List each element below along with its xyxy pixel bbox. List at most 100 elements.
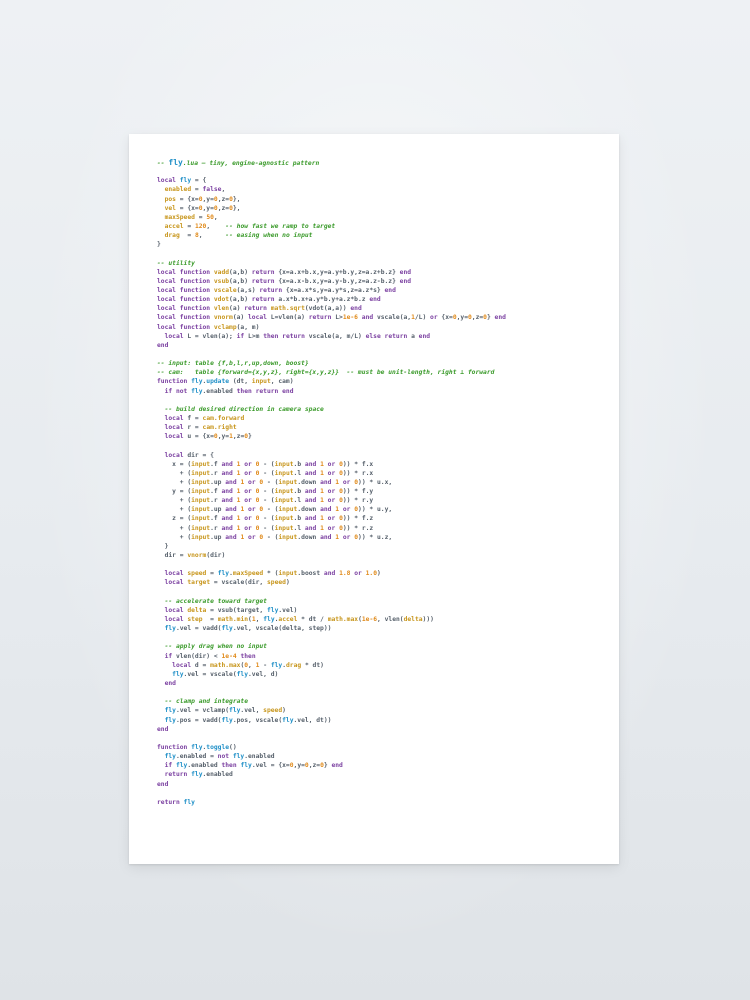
code-line: -- cam: table {forward={x,y,z}, right={x… [157, 368, 609, 377]
code-line: local L = vlen(a); if L>m then return vs… [157, 332, 609, 341]
code-line: local speed = fly.maxSpeed * (input.boos… [157, 569, 609, 578]
code-token: fly [217, 570, 230, 578]
code-token: .enabled = [175, 753, 218, 761]
code-token: .enabled [187, 762, 222, 770]
code-token: (dt, [229, 378, 252, 386]
code-token: (a, m) [236, 323, 260, 331]
code-token: input [191, 524, 211, 532]
code-token: fly [164, 707, 176, 715]
code-line: end [157, 341, 609, 350]
code-token: .up [210, 478, 226, 486]
code-token: /L) [414, 314, 431, 322]
code-token: (vdot(a,a)) [304, 305, 351, 313]
code-token: and [357, 314, 377, 322]
code-line: local f = cam.forward [157, 414, 609, 423]
code-token: or [240, 515, 256, 523]
code-line: local fly = { [157, 176, 609, 185]
code-token: -- accelerate toward target [164, 597, 267, 605]
code-token: }, [232, 195, 241, 203]
code-line: function fly.toggle() [157, 743, 609, 752]
code-line: local r = cam.right [157, 423, 609, 432]
code-token: vlen [213, 305, 230, 313]
code-line: local function vdot(a,b) return a.x*b.x+… [157, 295, 609, 304]
code-token: step [187, 616, 203, 624]
code-token: input [274, 515, 294, 523]
code-token: = vsub(target, [206, 606, 267, 614]
code-token: .down [297, 478, 321, 486]
code-token: return [308, 314, 332, 322]
code-line: return fly.enabled [157, 770, 609, 779]
code-token: = { [191, 177, 207, 185]
code-line: if vlen(dir) < 1e-4 then [157, 652, 609, 661]
code-token: accel [164, 222, 184, 230]
code-token: input [251, 378, 271, 386]
code-line: local delta = vsub(target, fly.vel) [157, 606, 609, 615]
code-token: local [164, 570, 184, 578]
code-token: , [221, 186, 226, 194]
code-line: fly.vel = vadd(fly.vel, vscale(delta, st… [157, 624, 609, 633]
code-token: input [278, 533, 298, 541]
code-token: and [304, 460, 321, 468]
code-token: (a,b) [229, 277, 252, 285]
code-token: (a) [229, 305, 245, 313]
code-token: } [486, 314, 495, 322]
code-token: then return [263, 332, 305, 340]
code-token: -- input: table {f,b,l,r,up,down, boost} [157, 360, 309, 368]
code-token: -- [157, 160, 169, 167]
code-token: )) * f.z [342, 515, 374, 523]
code-token: local [157, 177, 180, 185]
code-line: -- fly.lua — tiny, engine-agnostic patte… [157, 158, 609, 167]
code-token: vscale(a, [376, 314, 412, 322]
code-token: .vel, d) [248, 670, 279, 678]
code-token: 120 [194, 222, 207, 230]
code-token: ,z= [471, 314, 484, 322]
code-token: end [494, 314, 506, 322]
code-token: drag [164, 232, 180, 240]
code-token: input [191, 478, 211, 486]
code-token: and [304, 515, 321, 523]
code-token: and [304, 497, 321, 505]
code-token: - ( [263, 533, 279, 541]
code-token: math.max [210, 661, 241, 669]
code-token: .vel) [278, 606, 298, 614]
code-token: and [221, 497, 237, 505]
code-token: - [259, 661, 271, 669]
code-token: or [339, 506, 355, 514]
code-token: .vel = vclamp( [175, 707, 230, 715]
code-token: - ( [259, 460, 275, 468]
code-token: vnorm [187, 552, 207, 560]
code-token: fly [232, 753, 245, 761]
code-token: {x=a.x+b.x,y=a.y+b.y,z=a.z+b.z} [274, 268, 400, 276]
code-token: .b [293, 460, 305, 468]
code-token: end [164, 680, 176, 688]
code-token: not [217, 753, 233, 761]
code-token: .enabled [202, 387, 237, 395]
code-token: delta [403, 616, 423, 624]
code-token: , vlen( [377, 616, 404, 624]
code-token: or [240, 488, 256, 496]
code-token: local function [157, 277, 214, 285]
code-token: input [274, 524, 294, 532]
code-token: = [179, 232, 195, 240]
code-token: input [191, 469, 211, 477]
code-token: - ( [259, 469, 275, 477]
code-token: .down [297, 506, 321, 514]
code-token: local function [157, 305, 214, 313]
code-token: and [225, 506, 241, 514]
code-token: end [399, 268, 412, 276]
code-token: y = ( [157, 488, 192, 496]
code-line: local function vsub(a,b) return {x=a.x-b… [157, 277, 609, 286]
code-token: local [164, 451, 184, 459]
code-token: fly [267, 606, 279, 614]
code-token: and [221, 515, 237, 523]
